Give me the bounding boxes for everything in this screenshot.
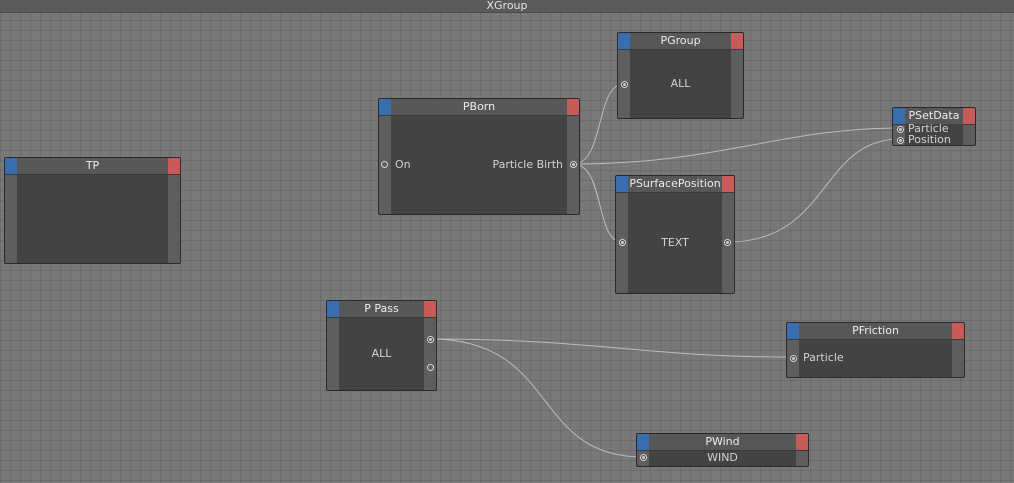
node-left-cap[interactable] bbox=[5, 158, 17, 174]
node-title: PFriction bbox=[787, 323, 964, 340]
node-right-cap[interactable] bbox=[168, 158, 180, 174]
node-value: TEXT bbox=[661, 236, 689, 249]
port-on-input[interactable] bbox=[381, 161, 388, 168]
node-title: PWind bbox=[637, 434, 808, 451]
node-pborn[interactable]: PBorn On Particle Birth bbox=[378, 98, 580, 215]
node-pgroup[interactable]: PGroup ALL bbox=[617, 32, 744, 119]
node-right-cap[interactable] bbox=[963, 108, 975, 124]
window-title: XGroup bbox=[0, 0, 1014, 13]
node-left-cap[interactable] bbox=[893, 108, 905, 124]
port-position-input[interactable] bbox=[897, 137, 904, 144]
node-title: PBorn bbox=[379, 99, 579, 116]
node-left-cap[interactable] bbox=[616, 176, 628, 192]
port-label-position: Position bbox=[908, 133, 951, 146]
node-body bbox=[17, 175, 168, 263]
node-title: PSurfacePosition bbox=[616, 176, 734, 193]
node-right-cap[interactable] bbox=[952, 323, 964, 339]
port-label-particle-birth: Particle Birth bbox=[492, 158, 563, 171]
port-particle-birth-output[interactable] bbox=[570, 161, 577, 168]
wire-psurface-psetdata bbox=[727, 138, 901, 243]
node-psetdata[interactable]: PSetData Particle Position bbox=[892, 107, 976, 146]
node-psurfaceposition[interactable]: PSurfacePosition TEXT bbox=[615, 175, 735, 294]
node-ppass[interactable]: P Pass ALL bbox=[326, 300, 437, 391]
node-value: ALL bbox=[670, 77, 691, 90]
port-label-particle: Particle bbox=[803, 351, 844, 364]
node-title: P Pass bbox=[327, 301, 436, 318]
node-tp[interactable]: TP bbox=[4, 157, 181, 264]
node-title: TP bbox=[5, 158, 180, 175]
wire-pborn-psetdata bbox=[572, 127, 901, 165]
node-value: WIND bbox=[707, 451, 738, 464]
wire-ppass-pfriction bbox=[429, 338, 794, 358]
node-right-cap[interactable] bbox=[424, 301, 436, 317]
port-output[interactable] bbox=[724, 239, 731, 246]
port-pass-output[interactable] bbox=[427, 336, 434, 343]
node-title: PGroup bbox=[618, 33, 743, 50]
node-left-cap[interactable] bbox=[637, 434, 649, 450]
node-pfriction[interactable]: PFriction Particle bbox=[786, 322, 965, 378]
port-particle-input[interactable] bbox=[790, 355, 797, 362]
node-left-cap[interactable] bbox=[618, 33, 630, 49]
port-particle-input[interactable] bbox=[897, 126, 904, 133]
node-right-cap[interactable] bbox=[731, 33, 743, 49]
node-right-cap[interactable] bbox=[567, 99, 579, 115]
node-left-cap[interactable] bbox=[379, 99, 391, 115]
port-fail-output[interactable] bbox=[427, 364, 434, 371]
node-right-cap[interactable] bbox=[722, 176, 734, 192]
node-pwind[interactable]: PWind WIND bbox=[636, 433, 809, 467]
node-right-cap[interactable] bbox=[796, 434, 808, 450]
node-left-cap[interactable] bbox=[327, 301, 339, 317]
node-value: ALL bbox=[371, 347, 392, 360]
port-label-on: On bbox=[395, 158, 411, 171]
node-left-cap[interactable] bbox=[787, 323, 799, 339]
wire-ppass-pwind bbox=[429, 338, 644, 458]
